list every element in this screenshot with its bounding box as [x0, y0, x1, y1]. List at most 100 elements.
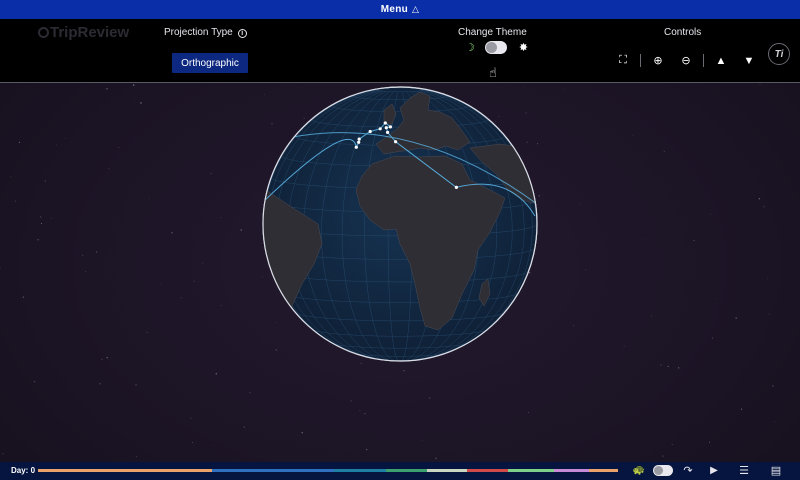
timeline-segment [426, 469, 468, 472]
play-icon[interactable]: ▶ [703, 465, 725, 476]
route-stop-marker[interactable] [357, 137, 361, 141]
star [243, 426, 245, 428]
route-stop-marker[interactable] [388, 125, 392, 129]
star [527, 412, 529, 414]
star [364, 413, 366, 415]
playback-controls: 🐢 ↷ ▶ ☰ ▤ [630, 464, 787, 477]
star [585, 269, 587, 271]
globe-map[interactable] [0, 84, 800, 462]
star [261, 276, 263, 278]
star [660, 364, 662, 366]
star [632, 135, 633, 137]
star [134, 97, 136, 99]
star [623, 345, 625, 347]
theme-toggle[interactable] [484, 40, 507, 54]
star [40, 222, 42, 225]
star [193, 280, 195, 282]
route-stop-marker[interactable] [357, 140, 361, 144]
star [498, 116, 500, 118]
star [10, 176, 12, 178]
speed-turtle-icon[interactable]: 🐢 [630, 465, 648, 476]
speed-toggle[interactable] [653, 465, 673, 476]
timeline-segment [588, 469, 618, 472]
star [146, 332, 148, 334]
star [2, 453, 4, 455]
share-icon[interactable]: ↷ [677, 464, 699, 477]
star [215, 373, 218, 375]
timeline-segment [38, 469, 212, 472]
projection-type-heading: Projection Type i [164, 27, 247, 38]
star [159, 283, 161, 284]
star [663, 150, 665, 152]
route-stop-marker[interactable] [386, 130, 390, 134]
star [526, 141, 528, 143]
route-stop-marker[interactable] [454, 185, 458, 189]
star [44, 180, 46, 182]
star [14, 200, 17, 202]
star [671, 444, 673, 446]
star [132, 84, 135, 86]
star [108, 168, 110, 170]
timeline-segment [554, 469, 589, 472]
timeline-segment [507, 469, 555, 472]
star [693, 240, 695, 242]
zoom-out-icon[interactable]: ⊖ [677, 54, 695, 67]
star [678, 367, 680, 369]
info-icon[interactable]: i [237, 29, 247, 38]
star [403, 370, 405, 372]
star [303, 117, 305, 119]
timeline-segment [385, 469, 427, 472]
star [140, 102, 142, 104]
theme-switcher: ☽ ✸ [465, 37, 528, 57]
route-stop-marker[interactable] [383, 121, 387, 125]
star [435, 457, 437, 459]
star [271, 122, 273, 125]
star [275, 321, 277, 323]
star [148, 198, 150, 200]
projection-type-button[interactable]: Orthographic [172, 53, 248, 73]
fullscreen-icon[interactable]: ⛶ [614, 54, 632, 67]
list-icon[interactable]: ☰ [733, 464, 755, 477]
star [759, 84, 761, 86]
star [220, 304, 222, 306]
star [523, 86, 524, 88]
route-stop-marker[interactable] [394, 140, 398, 144]
controls-panel: TripReview Projection Type i Orthographic… [0, 19, 800, 83]
star [210, 172, 212, 175]
star [191, 442, 193, 444]
star [359, 410, 361, 412]
star [18, 141, 21, 144]
tilt-down-icon[interactable]: ▼ [740, 55, 758, 67]
route-stop-marker[interactable] [354, 145, 358, 149]
route-stop-marker[interactable] [368, 129, 372, 134]
camera-controls: ⛶ ⊕ ⊖ ▲ ▼ [614, 54, 758, 67]
star [89, 207, 91, 209]
panel-icon[interactable]: ▤ [765, 464, 787, 477]
star [171, 232, 173, 234]
tilt-up-icon[interactable]: ▲ [712, 55, 730, 67]
star [37, 239, 39, 241]
menu-label: Menu [380, 4, 409, 15]
star [135, 456, 137, 458]
menu-toggle[interactable]: Menu △ [0, 0, 800, 19]
zoom-in-icon[interactable]: ⊕ [649, 54, 667, 67]
star [767, 278, 768, 279]
timeline-segment [212, 469, 334, 472]
star [768, 313, 770, 315]
star [528, 271, 531, 274]
route-stop-marker[interactable] [384, 126, 388, 130]
star [428, 397, 431, 399]
route-stop-marker[interactable] [378, 127, 382, 131]
timeline-segment [467, 469, 508, 472]
timeline-track[interactable] [38, 469, 618, 472]
star [662, 455, 664, 457]
sun-icon: ✸ [518, 41, 529, 54]
star [106, 88, 108, 90]
star [667, 365, 669, 368]
star [573, 325, 575, 327]
star [106, 357, 108, 359]
star [220, 216, 222, 218]
day-counter: Day: 0 [11, 466, 36, 475]
star [537, 143, 539, 145]
star [118, 146, 120, 148]
